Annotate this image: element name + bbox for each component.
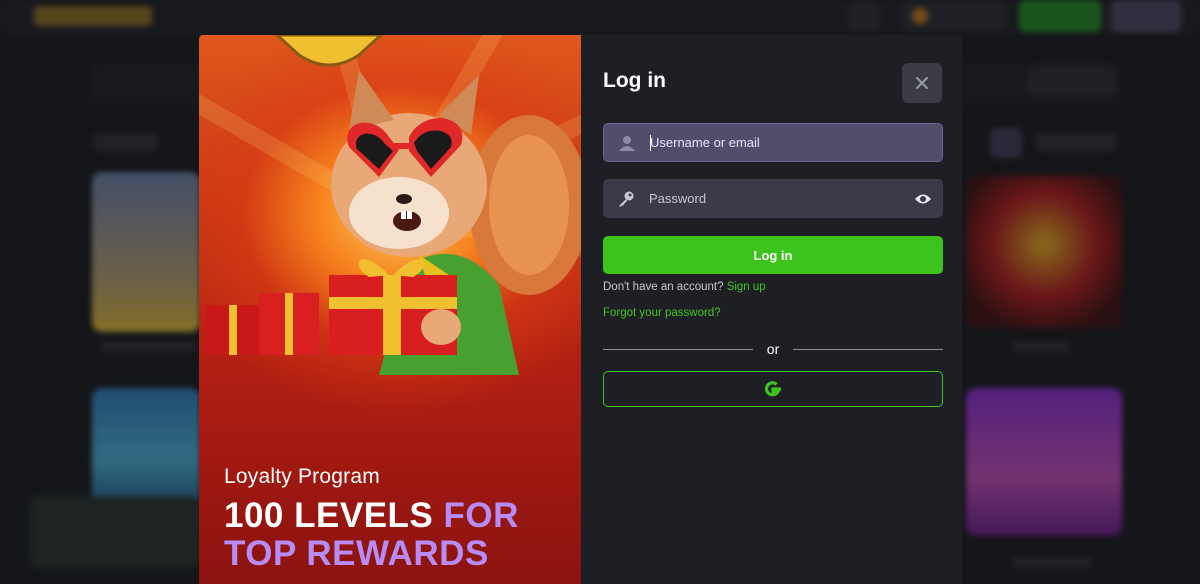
promo-headline: 100 LEVELS FOR TOP REWARDS xyxy=(224,497,519,573)
login-button[interactable]: Log in xyxy=(603,236,943,274)
text-caret xyxy=(650,135,651,151)
password-field[interactable] xyxy=(603,179,943,218)
promo-headline-for: FOR xyxy=(443,496,519,535)
google-login-button[interactable] xyxy=(603,371,943,407)
game-caption xyxy=(100,342,196,352)
promo-panel: Loyalty Program 100 LEVELS FOR TOP REWAR… xyxy=(199,35,581,584)
login-form-panel: Log in Username or email Log in Don't ha… xyxy=(581,35,962,584)
header-login-button xyxy=(1111,0,1181,32)
signup-prompt-text: Don't have an account? xyxy=(603,281,724,293)
game-card xyxy=(966,388,1122,536)
divider-line xyxy=(793,348,944,350)
username-field[interactable] xyxy=(603,123,943,162)
close-icon xyxy=(916,77,928,89)
or-divider: or xyxy=(603,341,944,357)
forgot-password-link[interactable]: Forgot your password? xyxy=(603,307,721,319)
close-button[interactable] xyxy=(902,63,942,103)
game-caption xyxy=(1012,558,1092,568)
game-caption xyxy=(1012,342,1070,352)
promo-headline-levels: 100 LEVELS xyxy=(224,496,434,535)
signup-link[interactable]: Sign up xyxy=(727,281,766,293)
login-modal: Loyalty Program 100 LEVELS FOR TOP REWAR… xyxy=(199,35,962,584)
game-card xyxy=(30,496,200,568)
signup-prompt: Don't have an account? Sign up xyxy=(603,281,766,293)
header-search-button xyxy=(848,2,880,30)
squirrel-mascot-illustration xyxy=(205,35,581,375)
promo-subtitle: Loyalty Program xyxy=(224,465,380,488)
promo-text: Loyalty Program 100 LEVELS FOR TOP REWAR… xyxy=(224,465,519,573)
password-input[interactable] xyxy=(649,191,903,206)
view-all-link xyxy=(1036,133,1116,151)
username-input[interactable] xyxy=(650,135,942,150)
category-chip xyxy=(1028,68,1116,96)
game-card xyxy=(92,172,200,332)
game-card xyxy=(92,388,200,508)
site-logo xyxy=(34,6,152,26)
google-icon xyxy=(764,381,781,397)
promo-headline-rewards: TOP REWARDS xyxy=(224,534,489,573)
game-card xyxy=(966,176,1122,328)
header-promo-chip xyxy=(902,2,1006,30)
divider-text: or xyxy=(766,341,780,357)
user-icon xyxy=(604,134,650,152)
header-signup-button xyxy=(1019,0,1101,32)
show-password-icon[interactable] xyxy=(903,193,943,205)
carousel-nav-button xyxy=(990,128,1022,158)
key-icon xyxy=(603,190,649,208)
modal-title: Log in xyxy=(603,69,666,92)
section-heading xyxy=(94,133,158,151)
divider-line xyxy=(603,348,753,350)
